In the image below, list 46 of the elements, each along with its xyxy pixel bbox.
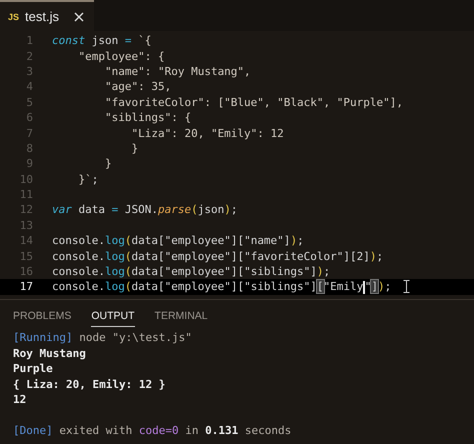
- code-line: const json = `{: [52, 34, 152, 48]
- output-line: Roy Mustang: [13, 346, 86, 361]
- code-line: }: [104, 157, 112, 170]
- line-number: 3: [25, 64, 34, 78]
- code-line: }`;: [77, 172, 98, 186]
- line-number: 8: [25, 142, 34, 155]
- code-line: console.log(data["employee"]["siblings"]);: [52, 265, 330, 278]
- line-number: 7: [25, 126, 34, 140]
- code-line: }: [130, 142, 138, 155]
- line-number: 15: [18, 250, 34, 263]
- code-line: console.log(data["employee"]["siblings"]["Emily"]);: [52, 280, 392, 294]
- output-line: { Liza: 20, Emily: 12 }: [13, 376, 166, 392]
- code-line: "employee": {: [77, 50, 165, 63]
- tab-label: test.js: [25, 9, 60, 24]
- code-line: "favoriteColor": ["Blue", "Black", "Purple"],: [104, 96, 403, 109]
- js-label: JS: [8, 12, 20, 22]
- output-line: [Done] exited with code=0 in 0.131 seconds: [13, 423, 292, 438]
- code-line: "name": "Roy Mustang",: [104, 64, 251, 78]
- code-line: console.log(data["employee"]["favoriteColor"][2]);: [52, 250, 384, 263]
- line-number: 2: [25, 50, 34, 63]
- text-pointer-icon: [403, 280, 410, 294]
- output-line: Purple: [13, 361, 53, 376]
- line-number: 14: [18, 234, 34, 248]
- line-number: 5: [25, 96, 34, 109]
- line-number: 4: [25, 80, 34, 94]
- code-line: "age": 35,: [104, 80, 172, 94]
- line-number: 12: [18, 203, 34, 216]
- output-line: [Running] node "y:\test.js": [13, 330, 192, 346]
- line-number: 1: [25, 34, 34, 48]
- code-line: "siblings": {: [104, 111, 192, 124]
- line-number: 10: [18, 172, 34, 186]
- code-line: "Liza": 20, "Emily": 12: [130, 126, 284, 140]
- panel-tab[interactable]: OUTPUT: [91, 304, 135, 326]
- panel-tab[interactable]: PROBLEMS: [13, 304, 72, 326]
- code-line: console.log(data["employee"]["name"]);: [52, 234, 304, 248]
- panel-tab[interactable]: TERMINAL: [154, 304, 208, 326]
- code-line: var data = JSON.parse(json);: [52, 203, 238, 216]
- line-number: 13: [18, 218, 34, 232]
- line-number: 17: [18, 280, 34, 294]
- line-number: 9: [25, 157, 34, 170]
- close-icon[interactable]: [74, 12, 84, 22]
- line-number: 11: [18, 188, 34, 202]
- line-number: 16: [18, 265, 34, 278]
- line-number: 6: [25, 111, 34, 124]
- editor-tab[interactable]: JS test.js: [0, 0, 94, 31]
- output-line: 12: [13, 392, 26, 408]
